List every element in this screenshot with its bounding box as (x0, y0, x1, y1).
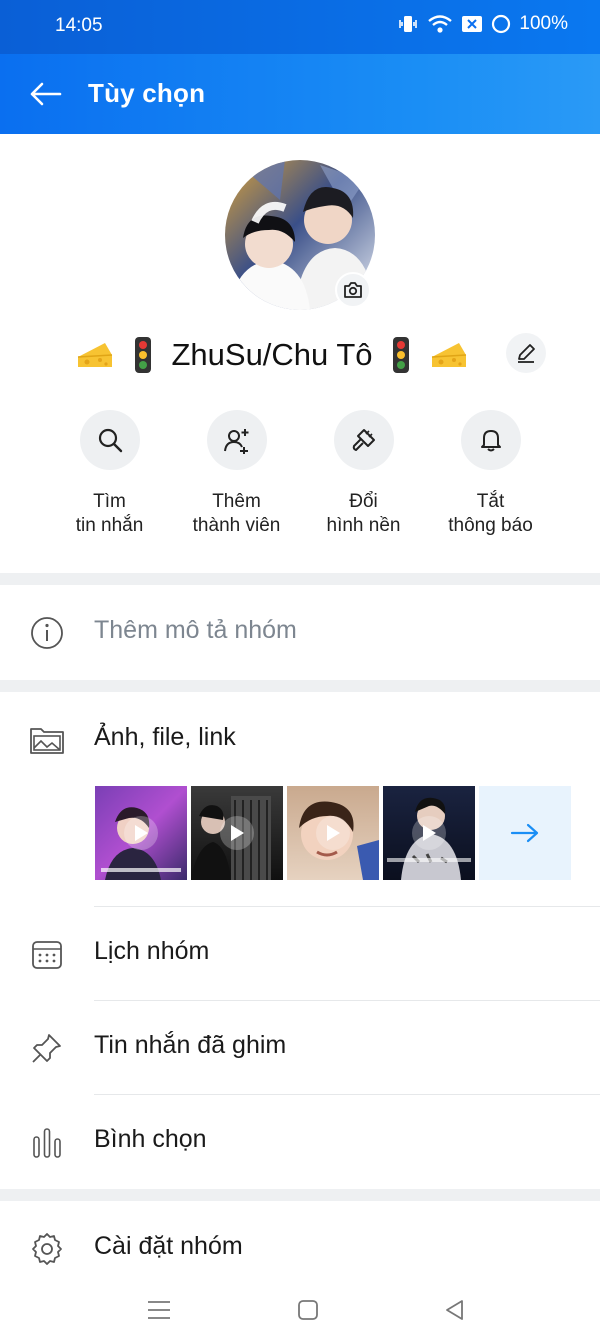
play-icon (316, 816, 350, 850)
section-divider (0, 573, 600, 585)
traffic-light-icon (381, 335, 421, 375)
cheese-emoji-icon (75, 335, 115, 375)
image-folder-icon (28, 721, 66, 759)
media-thumbnail[interactable] (191, 786, 283, 880)
edit-name-button[interactable] (506, 333, 546, 373)
sim-off-icon (461, 14, 483, 34)
play-icon (220, 816, 254, 850)
play-icon (124, 816, 158, 850)
row-group-settings[interactable]: Cài đặt nhóm (0, 1202, 600, 1296)
system-nav-bar (0, 1283, 600, 1343)
bell-icon (460, 410, 521, 470)
action-label: Tìm tin nhắn (75, 491, 144, 536)
quick-actions: Tìm tin nhắn Thêm thành viên Đổi hình nề… (46, 410, 554, 540)
action-change-background[interactable]: Đổi hình nền (300, 410, 427, 540)
media-thumbnails (95, 786, 575, 880)
calendar-icon (28, 935, 66, 973)
app-header: Tùy chọn (0, 54, 600, 134)
vibrate-icon (397, 13, 419, 35)
media-thumbnail[interactable] (383, 786, 475, 880)
group-name: ZhuSu/Chu Tô (171, 337, 373, 372)
paint-brush-icon (333, 410, 394, 470)
status-time: 14:05 (55, 15, 103, 36)
status-bar: 14:05 100% (0, 0, 600, 54)
section-divider (0, 1189, 600, 1201)
section-divider (0, 680, 600, 692)
wifi-icon (427, 13, 453, 35)
arrow-right-icon (510, 823, 539, 843)
cheese-emoji-icon (429, 335, 469, 375)
media-thumbnail[interactable] (95, 786, 187, 880)
action-mute-notifications[interactable]: Tắt thông báo (427, 410, 554, 540)
recent-apps-icon[interactable] (144, 1295, 174, 1325)
add-description-label: Thêm mô tả nhóm (94, 616, 297, 644)
pinned-label: Tin nhắn đã ghim (94, 1031, 287, 1059)
action-label: Thêm thành viên (192, 491, 281, 536)
traffic-light-icon (123, 335, 163, 375)
back-icon[interactable] (440, 1295, 470, 1325)
poll-icon (28, 1123, 66, 1161)
row-add-description[interactable]: Thêm mô tả nhóm (0, 586, 600, 680)
info-icon (28, 614, 66, 652)
poll-label: Bình chọn (94, 1125, 207, 1153)
page-title: Tùy chọn (88, 78, 206, 108)
camera-icon (344, 282, 362, 298)
group-avatar-wrap (225, 160, 375, 310)
play-icon (412, 816, 446, 850)
see-more-media-button[interactable] (479, 786, 571, 880)
action-add-member[interactable]: Thêm thành viên (173, 410, 300, 540)
calendar-label: Lịch nhóm (94, 937, 210, 965)
home-icon[interactable] (293, 1295, 323, 1325)
media-thumbnail[interactable] (287, 786, 379, 880)
battery-icon (491, 14, 511, 34)
gear-icon (28, 1230, 66, 1268)
row-pinned-messages[interactable]: Tin nhắn đã ghim (0, 1001, 600, 1095)
search-icon (79, 410, 140, 470)
action-search-messages[interactable]: Tìm tin nhắn (46, 410, 173, 540)
pencil-icon (518, 344, 535, 363)
change-avatar-button[interactable] (335, 272, 371, 308)
action-label: Tắt thông báo (448, 491, 533, 536)
pin-icon (28, 1029, 66, 1067)
row-media-files-links[interactable]: Ảnh, file, link (0, 693, 600, 787)
row-group-calendar[interactable]: Lịch nhóm (0, 907, 600, 1001)
action-label: Đổi hình nền (326, 491, 401, 536)
add-member-icon (206, 410, 267, 470)
settings-label: Cài đặt nhóm (94, 1232, 243, 1260)
media-label: Ảnh, file, link (94, 723, 236, 751)
battery-percent: 100% (519, 13, 568, 34)
status-icons: 100% (397, 13, 568, 35)
row-poll[interactable]: Bình chọn (0, 1095, 600, 1189)
back-arrow-icon[interactable] (28, 78, 64, 110)
